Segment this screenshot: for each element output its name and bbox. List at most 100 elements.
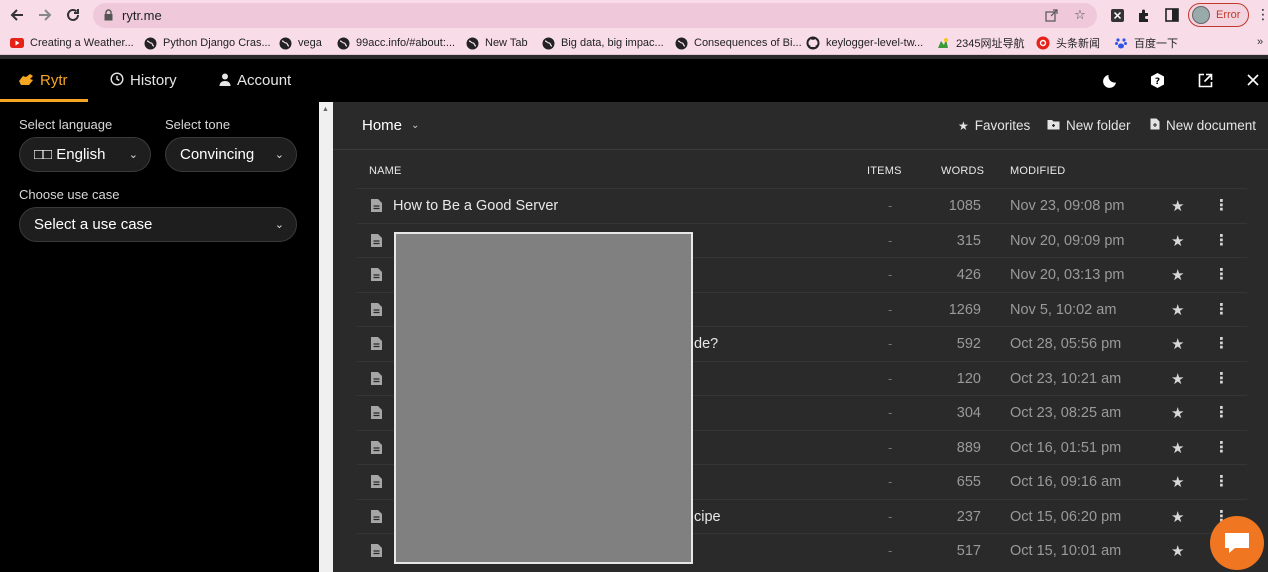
sidebar-scrollbar[interactable]: ▲ [319, 102, 333, 572]
modified-date: Oct 16, 09:16 am [1010, 474, 1122, 490]
document-icon [371, 475, 382, 488]
bookmarks-more-icon[interactable]: » [1257, 36, 1263, 48]
column-header-modified[interactable]: MODIFIED [1010, 165, 1065, 177]
more-options-icon[interactable]: ⋮ [1214, 196, 1229, 214]
document-name: How to Be a Good Server [393, 198, 559, 214]
browser-menu-icon[interactable]: ⋮ [1256, 6, 1268, 23]
modified-date: Nov 20, 03:13 pm [1010, 267, 1125, 283]
folder-breadcrumb[interactable]: Home ⌄ [362, 117, 419, 134]
profile-button[interactable]: Error [1188, 3, 1249, 27]
bookmark-label: 头条新闻 [1056, 38, 1100, 50]
favorite-star-icon[interactable]: ★ [1171, 370, 1184, 388]
svg-text:?: ? [1154, 77, 1159, 87]
dark-mode-moon-icon[interactable] [1100, 70, 1120, 90]
youtube-icon [10, 36, 24, 50]
address-bar[interactable]: rytr.me ☆ [93, 3, 1097, 28]
bookmark-label: Python Django Cras... [163, 37, 271, 49]
more-options-icon[interactable]: ⋮ [1214, 265, 1229, 283]
tone-select[interactable]: Convincing ⌄ [165, 137, 297, 172]
modified-date: Nov 5, 10:02 am [1010, 301, 1117, 318]
hand-icon [18, 73, 34, 89]
reload-icon[interactable] [62, 4, 84, 26]
bookmark-item[interactable]: 百度一下 [1114, 35, 1178, 51]
bookmark-item[interactable]: Consequences of Bi... [674, 35, 802, 51]
bookmark-item[interactable]: 99acc.info/#about:... [336, 35, 455, 51]
bookmark-label: keylogger-level-tw... [826, 37, 924, 49]
header-divider [333, 149, 1268, 150]
help-icon[interactable]: ? [1147, 70, 1167, 90]
globe-icon [541, 36, 555, 50]
favorite-star-icon[interactable]: ★ [1171, 335, 1184, 353]
folder-title: Home [362, 117, 403, 134]
language-value: □□ English [34, 146, 106, 163]
url-text: rytr.me [122, 8, 162, 23]
column-header-items[interactable]: ITEMS [867, 165, 902, 177]
document-icon [371, 371, 382, 385]
use-case-select[interactable]: Select a use case ⌄ [19, 207, 297, 242]
word-count: 120 [956, 370, 981, 387]
close-icon[interactable] [1243, 70, 1263, 90]
chevron-down-icon: ⌄ [274, 219, 284, 231]
favorite-star-icon[interactable]: ★ [1171, 542, 1184, 560]
bookmark-item[interactable]: vega [278, 35, 322, 51]
favorite-star-icon[interactable]: ★ [1171, 301, 1184, 319]
bookmark-label: 99acc.info/#about:... [356, 37, 456, 49]
more-options-icon[interactable]: ⋮ [1214, 438, 1229, 456]
favorite-star-icon[interactable]: ★ [1171, 404, 1184, 422]
folder-icon [1047, 119, 1060, 133]
modified-date: Nov 20, 09:09 pm [1010, 232, 1125, 249]
scroll-up-arrow-icon[interactable]: ▲ [322, 106, 329, 113]
forward-arrow-icon[interactable] [34, 4, 56, 26]
bookmark-item[interactable]: Python Django Cras... [143, 35, 271, 51]
table-row[interactable]: How to Be a Good Server - 1085 Nov 23, 0… [357, 188, 1247, 223]
tab-history[interactable]: History [110, 59, 177, 102]
favorite-star-icon[interactable]: ★ [1171, 439, 1184, 457]
back-arrow-icon[interactable] [6, 4, 28, 26]
tab-rytr[interactable]: Rytr [18, 59, 68, 102]
favorite-star-icon[interactable]: ★ [1171, 508, 1184, 526]
bookmark-item[interactable]: keylogger-level-tw... [806, 35, 923, 51]
word-count: 1269 [948, 301, 981, 318]
browser-toolbar: rytr.me ☆ Error ⋮ [0, 0, 1268, 31]
document-name: cipe [694, 508, 721, 525]
settings-sidebar: Select language Select tone □□ English ⌄… [0, 102, 319, 572]
open-external-icon[interactable] [1195, 70, 1215, 90]
bookmark-item[interactable]: 2345网址导航 [936, 35, 1024, 51]
share-icon[interactable] [1043, 6, 1061, 24]
favorite-star-icon[interactable]: ★ [1171, 473, 1184, 491]
extensions-puzzle-icon[interactable] [1134, 5, 1154, 25]
tab-label: History [130, 72, 177, 89]
user-icon [219, 73, 231, 89]
new-folder-button[interactable]: New folder [1047, 118, 1131, 133]
side-panel-icon[interactable] [1162, 5, 1182, 25]
globe-icon [674, 36, 688, 50]
bookmark-star-icon[interactable]: ☆ [1071, 6, 1089, 24]
more-options-icon[interactable]: ⋮ [1214, 403, 1229, 421]
favorite-star-icon[interactable]: ★ [1171, 266, 1184, 284]
more-options-icon[interactable]: ⋮ [1214, 472, 1229, 490]
favorite-star-icon[interactable]: ★ [1171, 232, 1184, 250]
bookmark-item[interactable]: Big data, big impac... [541, 35, 664, 51]
document-icon [371, 302, 382, 316]
column-header-words[interactable]: WORDS [941, 165, 984, 177]
more-options-icon[interactable]: ⋮ [1214, 334, 1229, 352]
bookmark-item[interactable]: 头条新闻 [1036, 35, 1100, 51]
favorites-button[interactable]: ★ Favorites [958, 118, 1030, 133]
more-options-icon[interactable]: ⋮ [1214, 231, 1229, 249]
2345-icon [936, 36, 950, 50]
more-options-icon[interactable]: ⋮ [1214, 369, 1229, 387]
bookmark-item[interactable]: New Tab [465, 35, 528, 51]
modified-date: Oct 16, 01:51 pm [1010, 439, 1122, 456]
extension-x-icon[interactable] [1107, 5, 1127, 25]
use-case-value: Select a use case [34, 216, 153, 233]
bookmark-item[interactable]: Creating a Weather... [10, 35, 134, 51]
favorite-star-icon[interactable]: ★ [1171, 197, 1184, 215]
tab-account[interactable]: Account [219, 59, 291, 102]
more-options-icon[interactable]: ⋮ [1214, 300, 1229, 318]
tone-label: Select tone [165, 117, 231, 132]
chat-support-button[interactable] [1210, 516, 1264, 570]
new-document-button[interactable]: New document [1150, 118, 1256, 133]
language-select[interactable]: □□ English ⌄ [19, 137, 151, 172]
word-count: 889 [956, 439, 981, 456]
column-header-name[interactable]: NAME [369, 165, 402, 177]
